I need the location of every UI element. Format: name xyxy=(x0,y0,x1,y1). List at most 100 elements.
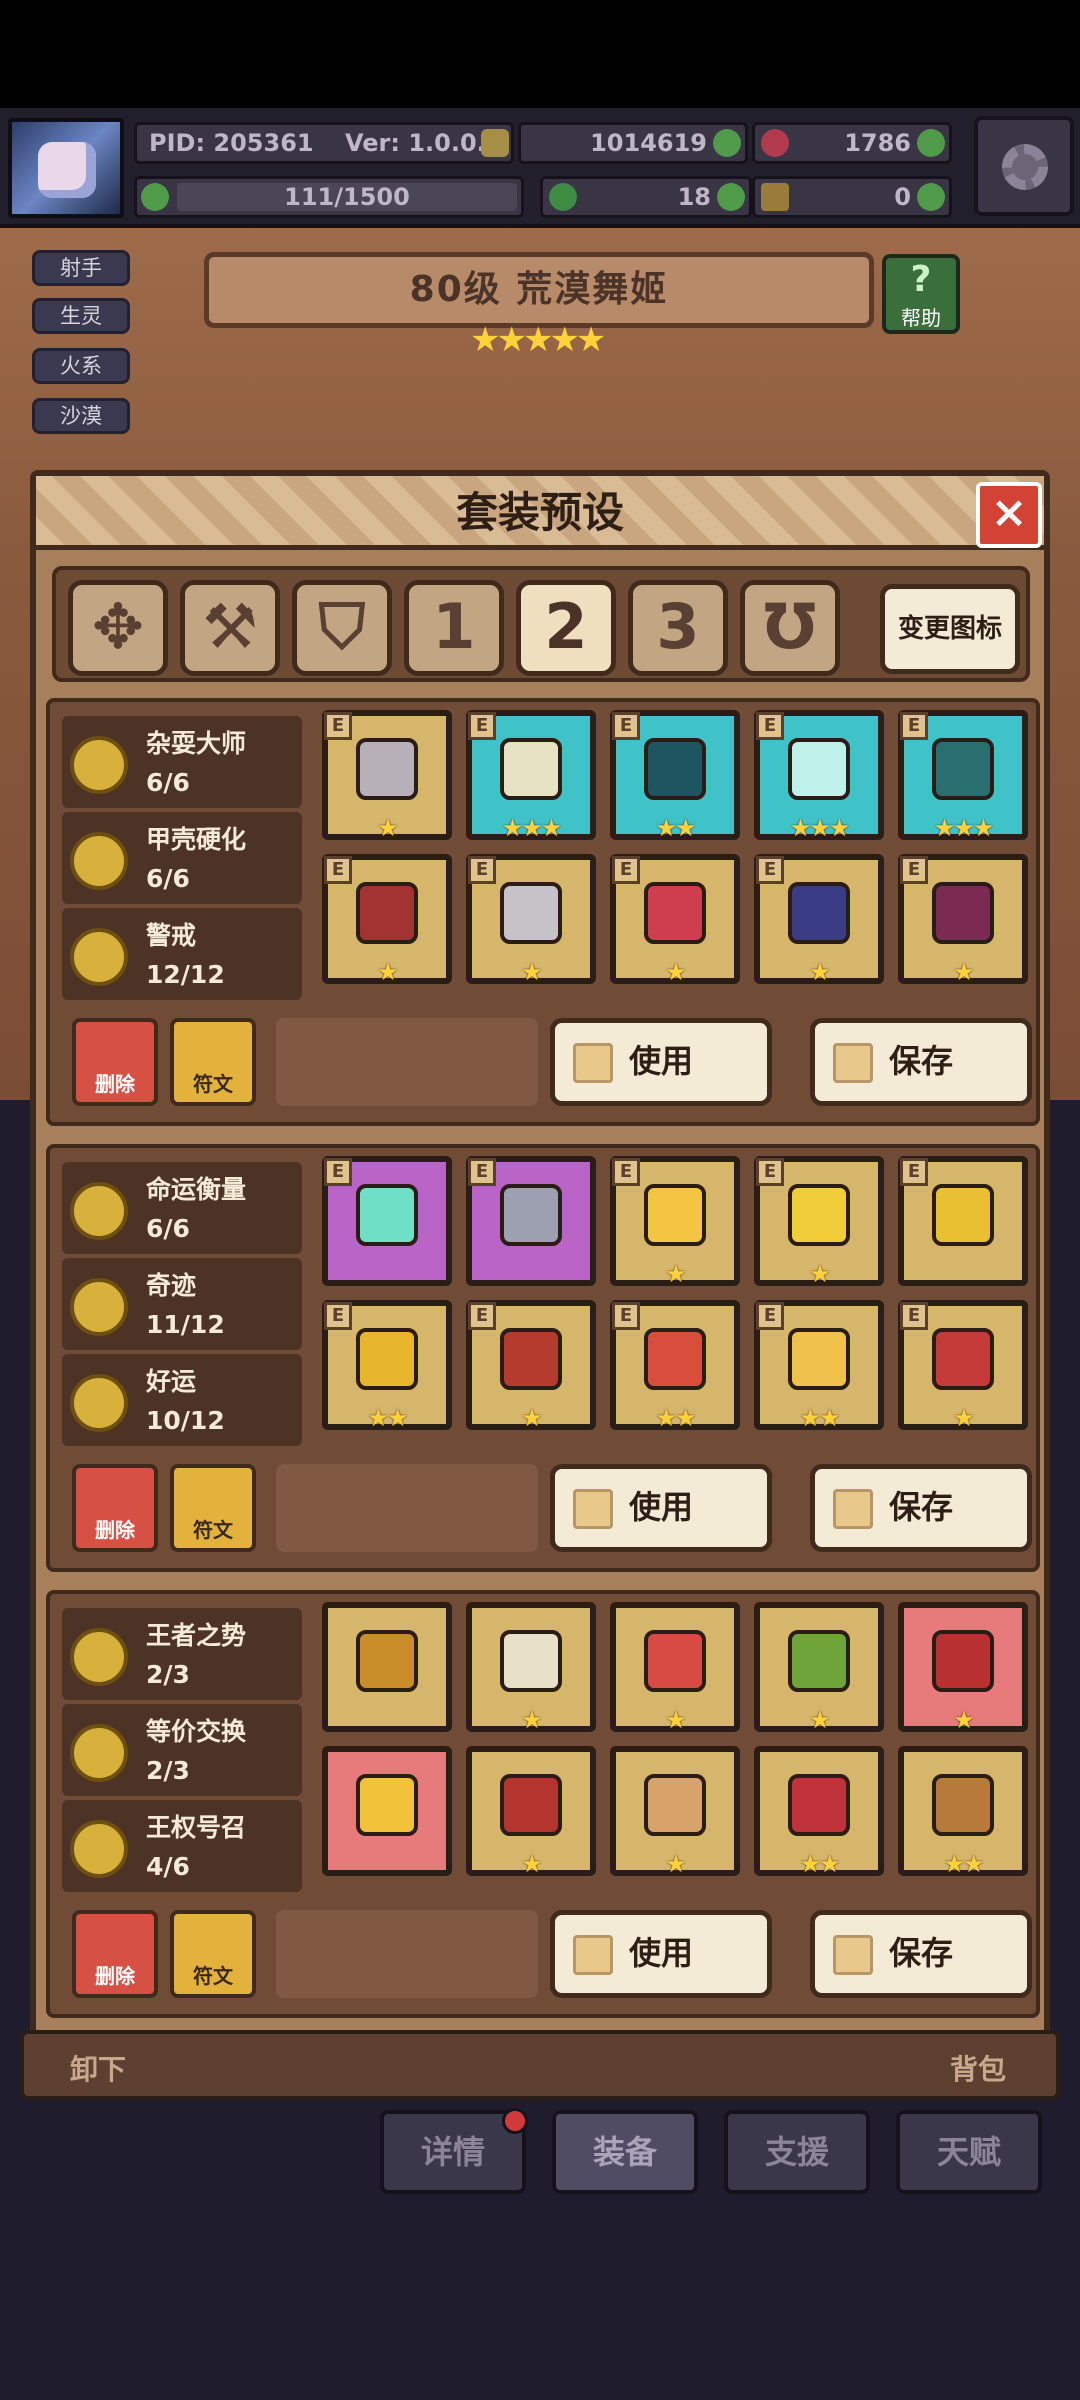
equipment-slot[interactable] xyxy=(322,1602,452,1732)
tab-label: 3 xyxy=(656,590,700,663)
settings-button[interactable] xyxy=(974,116,1074,216)
delete-button[interactable]: 删除 xyxy=(72,1464,158,1552)
delete-button[interactable]: 删除 xyxy=(72,1018,158,1106)
item-stars: ★★ xyxy=(367,1404,408,1432)
unequip-label[interactable]: 卸下 xyxy=(70,2048,126,2088)
equipment-slot[interactable]: E ★ xyxy=(898,854,1028,986)
equipment-slot[interactable]: E ★ xyxy=(322,710,452,842)
set-bonus[interactable]: 王权号召 4/6 xyxy=(62,1800,302,1892)
equipped-badge: E xyxy=(612,1158,640,1186)
close-button[interactable]: × xyxy=(976,482,1042,548)
equipment-slot[interactable]: E ★ xyxy=(754,854,884,986)
plus-icon[interactable] xyxy=(917,183,945,211)
equipment-item-icon xyxy=(932,1630,994,1692)
set-emblem-icon xyxy=(70,832,128,890)
bag-label[interactable]: 背包 xyxy=(950,2048,1006,2088)
equipment-item-icon xyxy=(788,1630,850,1692)
set-name: 警戒 xyxy=(146,921,197,950)
set-emblem-icon xyxy=(70,1628,128,1686)
set-count: 2/3 xyxy=(146,1660,190,1689)
save-label: 保存 xyxy=(888,1042,953,1080)
plus-icon[interactable] xyxy=(717,183,745,211)
change-icon-button[interactable]: 变更图标 xyxy=(880,584,1020,674)
clover-bar: 18 xyxy=(540,176,752,218)
set-emblem-icon xyxy=(70,1820,128,1878)
equipment-slot[interactable]: ★ xyxy=(466,1602,596,1734)
gem-value: 1786 xyxy=(844,129,911,157)
equipment-item-icon xyxy=(356,1328,418,1390)
plus-icon[interactable] xyxy=(713,129,741,157)
equipment-slot[interactable]: E xyxy=(466,1156,596,1286)
help-button[interactable]: ? 帮助 xyxy=(882,254,960,334)
equipment-slot[interactable]: E ★ xyxy=(466,1300,596,1432)
set-bonus[interactable]: 王者之势 2/3 xyxy=(62,1608,302,1700)
item-stars: ★★★ xyxy=(501,814,563,842)
save-button[interactable]: 保存 xyxy=(810,1018,1032,1106)
tab-preset-3[interactable]: 3 xyxy=(628,580,728,676)
action-spacer xyxy=(276,1018,538,1106)
pid-text: PID: 205361 xyxy=(149,129,314,157)
rune-button[interactable]: 符文 xyxy=(170,1018,256,1106)
tab-horseshoe-icon[interactable]: Ʊ xyxy=(740,580,840,676)
equipment-item-icon xyxy=(500,738,562,800)
equipment-slot[interactable]: E ★ xyxy=(898,1300,1028,1432)
equipment-slot[interactable]: ★★ xyxy=(754,1746,884,1878)
set-bonus[interactable]: 甲壳硬化 6/6 xyxy=(62,812,302,904)
equipment-item-icon xyxy=(932,1328,994,1390)
equipment-slot[interactable]: E ★ xyxy=(322,854,452,986)
set-bonus[interactable]: 命运衡量 6/6 xyxy=(62,1162,302,1254)
tab-shield-icon[interactable]: ⛉ xyxy=(292,580,392,676)
equipment-slot[interactable]: E xyxy=(898,1156,1028,1286)
equipment-slot[interactable]: E ★★ xyxy=(322,1300,452,1432)
equipment-slot[interactable]: ★ xyxy=(466,1746,596,1878)
equipment-slot[interactable]: E ★★★ xyxy=(466,710,596,842)
equipment-slot[interactable]: E ★ xyxy=(610,1156,740,1288)
set-name: 甲壳硬化 xyxy=(146,825,247,854)
use-button[interactable]: 使用 xyxy=(550,1910,772,1998)
nav-talent[interactable]: 天赋 xyxy=(896,2110,1042,2194)
equipment-slot[interactable]: E ★ xyxy=(754,1156,884,1288)
equipment-slot[interactable]: E xyxy=(322,1156,452,1286)
save-label: 保存 xyxy=(888,1934,953,1972)
set-bonus[interactable]: 警戒 12/12 xyxy=(62,908,302,1000)
save-button[interactable]: 保存 xyxy=(810,1464,1032,1552)
equipment-slot[interactable]: E ★★ xyxy=(610,710,740,842)
tab-weapon-icon[interactable]: ⚒ xyxy=(180,580,280,676)
equipment-slot[interactable]: E ★★★ xyxy=(754,710,884,842)
equipment-slot[interactable]: ★★ xyxy=(898,1746,1028,1878)
equipment-slot[interactable]: E ★★ xyxy=(754,1300,884,1432)
equipment-slot[interactable]: E ★★ xyxy=(610,1300,740,1432)
equipment-grid: ★ ★ ★ ★ ★ ★ ★★ ★★ xyxy=(322,1602,1032,1892)
delete-button[interactable]: 删除 xyxy=(72,1910,158,1998)
equipment-slot[interactable]: ★ xyxy=(898,1602,1028,1734)
set-emblem-icon xyxy=(70,928,128,986)
item-stars: ★ xyxy=(521,958,543,986)
set-bonus[interactable]: 好运 10/12 xyxy=(62,1354,302,1446)
set-bonus[interactable]: 杂耍大师 6/6 xyxy=(62,716,302,808)
set-emblem-icon xyxy=(70,736,128,794)
rune-button[interactable]: 符文 xyxy=(170,1910,256,1998)
plus-icon[interactable] xyxy=(917,129,945,157)
equipment-slot[interactable]: E ★ xyxy=(466,854,596,986)
use-button[interactable]: 使用 xyxy=(550,1464,772,1552)
equipment-slot[interactable] xyxy=(322,1746,452,1876)
tab-class-icon[interactable]: ✥ xyxy=(68,580,168,676)
tab-preset-2[interactable]: 2 xyxy=(516,580,616,676)
equipment-item-icon xyxy=(644,1328,706,1390)
equipment-slot[interactable]: ★ xyxy=(754,1602,884,1734)
equipment-slot[interactable]: ★ xyxy=(610,1602,740,1734)
player-avatar[interactable] xyxy=(8,118,124,218)
nav-equipment[interactable]: 装备 xyxy=(552,2110,698,2194)
set-bonus[interactable]: 等价交换 2/3 xyxy=(62,1704,302,1796)
equipment-slot[interactable]: E ★★★ xyxy=(898,710,1028,842)
save-button[interactable]: 保存 xyxy=(810,1910,1032,1998)
nav-support[interactable]: 支援 xyxy=(724,2110,870,2194)
equipment-slot[interactable]: ★ xyxy=(610,1746,740,1878)
rune-button[interactable]: 符文 xyxy=(170,1464,256,1552)
set-bonus[interactable]: 奇迹 11/12 xyxy=(62,1258,302,1350)
equipment-item-icon xyxy=(500,1328,562,1390)
equipment-slot[interactable]: E ★ xyxy=(610,854,740,986)
use-button[interactable]: 使用 xyxy=(550,1018,772,1106)
equipment-grid: E ★ E ★★★ E ★★ E ★★★ E ★★★ E ★ E ★ E ★ E ★ E ★ xyxy=(322,710,1032,1000)
tab-preset-1[interactable]: 1 xyxy=(404,580,504,676)
